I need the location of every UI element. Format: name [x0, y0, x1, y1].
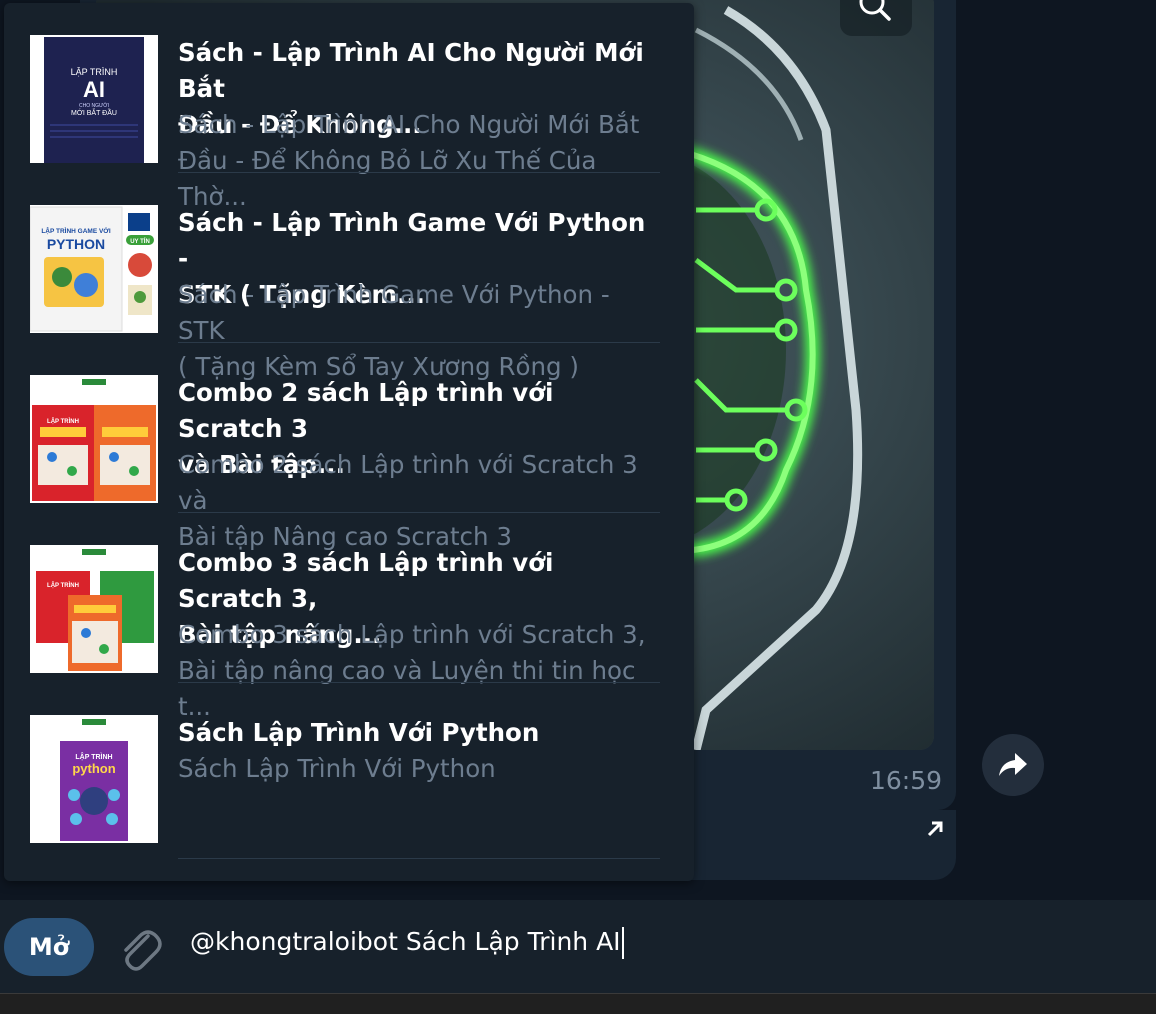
cover-text: LẬP TRÌNH	[71, 67, 118, 77]
forward-arrow-icon	[999, 753, 1027, 776]
book-cover-thumbnail: LẬP TRÌNH	[30, 545, 158, 673]
inline-result-item[interactable]: LẬP TRÌNH Combo 3 sách Lập trình với Scr…	[4, 513, 694, 721]
book-cover-thumbnail: LẬP TRÌNH AI CHO NGƯỜI MỚI BẮT ĐẦU	[30, 35, 158, 163]
window-bottom-edge	[0, 993, 1156, 1014]
divider	[178, 858, 660, 859]
open-button[interactable]: Mở	[4, 918, 94, 976]
forward-button[interactable]	[982, 734, 1044, 796]
result-title: Sách Lập Trình Với Python	[178, 718, 540, 747]
diagonal-arrow-icon	[927, 821, 943, 837]
message-time: 16:59	[870, 766, 943, 795]
result-description: Sách Lập Trình Với Python	[178, 754, 496, 783]
book-cover-thumbnail: LẬP TRÌNH	[30, 375, 158, 503]
cover-text: CHO NGƯỜI	[79, 102, 109, 109]
inline-result-item[interactable]: LẬP TRÌNH GAME VỚI PYTHON UY TÍN Sách - …	[4, 173, 694, 381]
book-cover-thumbnail: LẬP TRÌNH GAME VỚI PYTHON UY TÍN	[30, 205, 158, 333]
book-cover-thumbnail: LẬP TRÌNH python	[30, 715, 158, 843]
message-composer: Mở @khongtraloibot Sách Lập Trình AI	[0, 900, 1156, 993]
inline-results-popup: LẬP TRÌNH AI CHO NGƯỜI MỚI BẮT ĐẦU Sách …	[4, 3, 694, 881]
message-input[interactable]: @khongtraloibot Sách Lập Trình AI	[190, 927, 624, 959]
cover-text: UY TÍN	[130, 237, 150, 245]
cover-text: LẬP TRÌNH	[75, 752, 112, 761]
cover-text: LẬP TRÌNH GAME VỚI	[41, 226, 111, 235]
magnifier-icon	[859, 0, 891, 21]
paperclip-icon	[124, 930, 162, 971]
cover-text: LẬP TRÌNH	[47, 417, 79, 425]
inline-result-item[interactable]: LẬP TRÌNH Combo 2 sách Lập trình với Scr…	[4, 343, 694, 551]
attach-button[interactable]	[116, 924, 162, 974]
cover-text: PYTHON	[47, 236, 105, 252]
cover-text: LẬP TRÌNH	[47, 581, 79, 589]
zoom-button[interactable]	[840, 0, 912, 36]
cover-text: AI	[83, 77, 105, 102]
message-input-text: @khongtraloibot Sách Lập Trình AI	[190, 927, 621, 956]
cover-text: python	[72, 761, 115, 776]
inline-result-item[interactable]: LẬP TRÌNH AI CHO NGƯỜI MỚI BẮT ĐẦU Sách …	[4, 3, 694, 211]
text-caret	[621, 927, 624, 959]
inline-result-item[interactable]: LẬP TRÌNH python Sách Lập Trình Với Pyth…	[4, 683, 694, 859]
